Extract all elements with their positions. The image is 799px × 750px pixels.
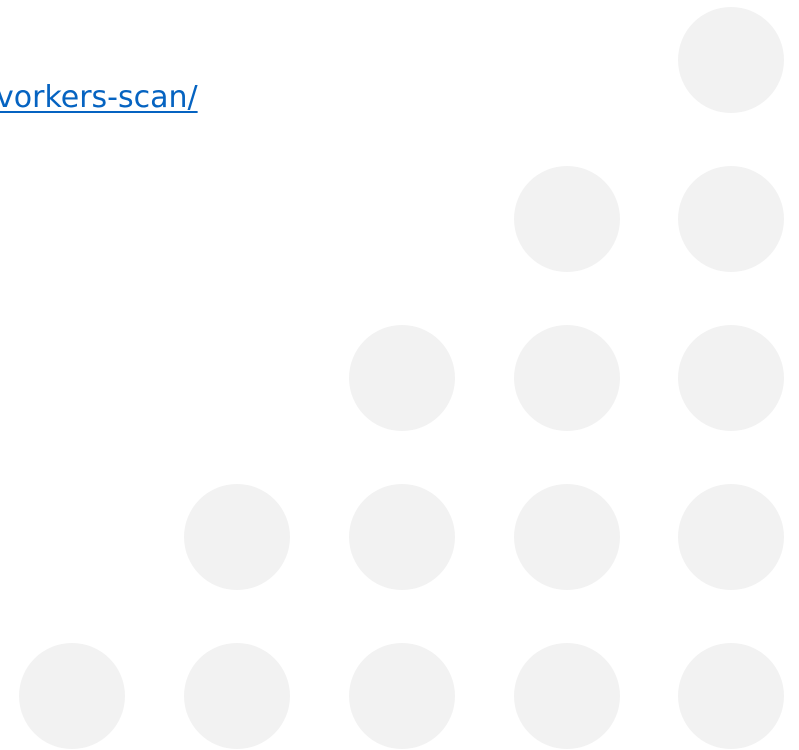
decorative-dot <box>349 484 455 590</box>
url-link[interactable]: vorkers-scan/ <box>0 78 198 118</box>
decorative-dot <box>678 484 784 590</box>
decorative-dot <box>19 643 125 749</box>
decorative-dot <box>514 166 620 272</box>
decorative-dot <box>514 325 620 431</box>
decorative-dot <box>184 484 290 590</box>
decorative-dot <box>678 643 784 749</box>
decorative-dot <box>678 7 784 113</box>
decorative-dot <box>184 643 290 749</box>
decorative-dot <box>514 484 620 590</box>
decorative-dot <box>678 325 784 431</box>
slide-canvas: vorkers-scan/ <box>0 0 799 750</box>
decorative-dot <box>678 166 784 272</box>
decorative-dot <box>349 325 455 431</box>
decorative-dot <box>349 643 455 749</box>
decorative-dot <box>514 643 620 749</box>
